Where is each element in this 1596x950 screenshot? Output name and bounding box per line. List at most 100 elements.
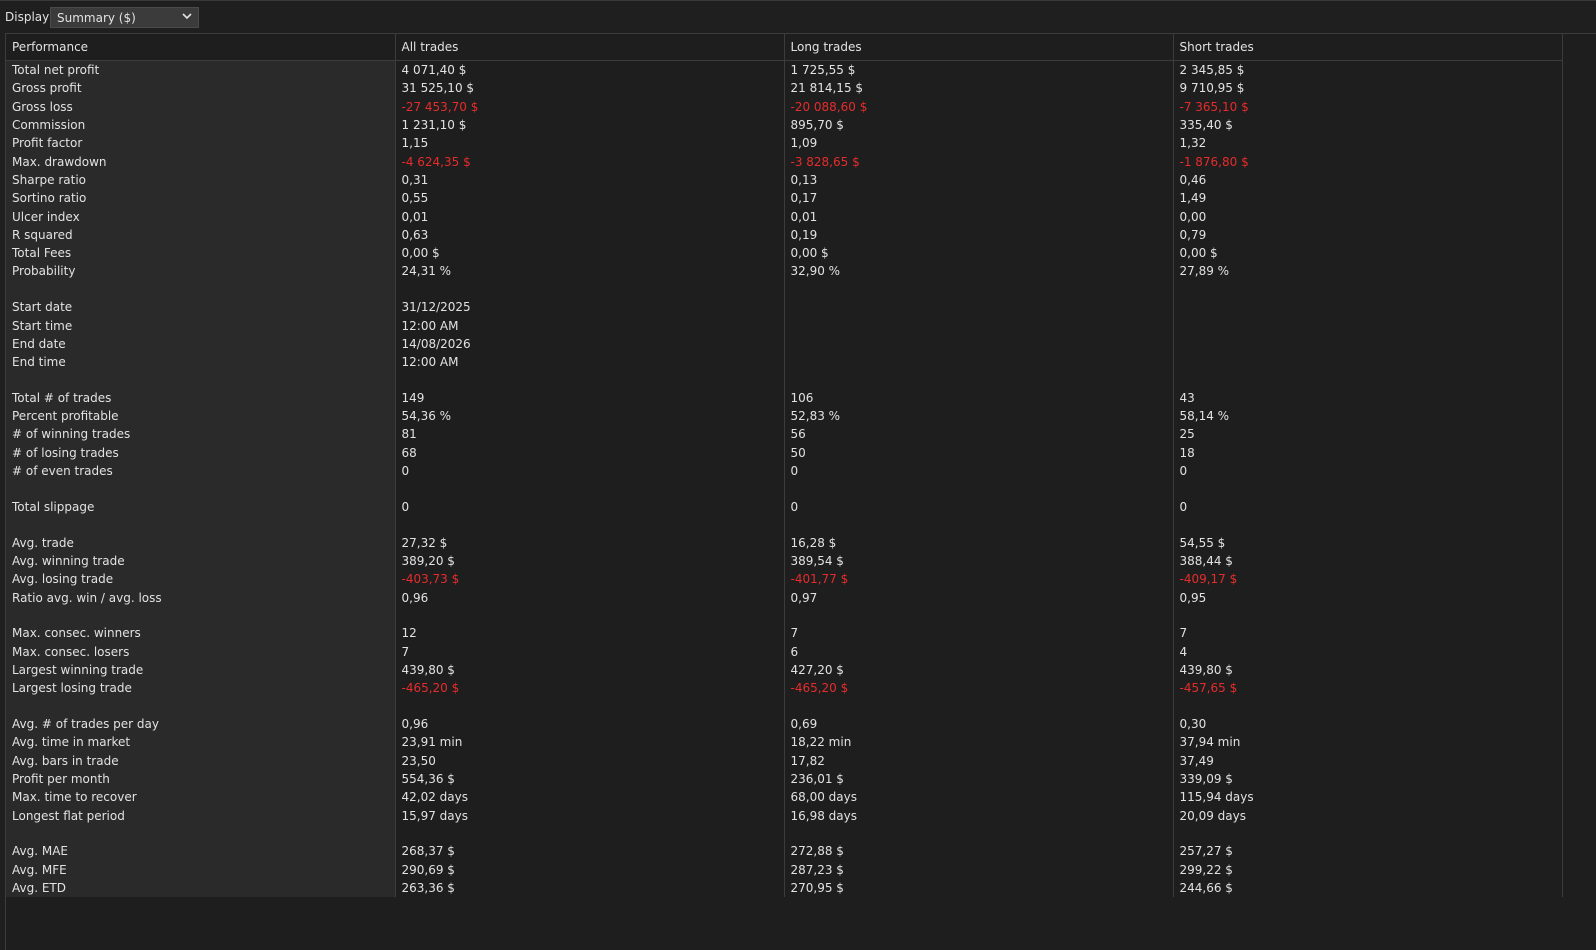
- short-trades-value: 0,00 $: [1173, 243, 1563, 263]
- spacer-cell: [6, 606, 396, 625]
- all-trades-value: 12:00 AM: [395, 352, 785, 372]
- all-trades-value: 0,01: [395, 207, 785, 226]
- long-trades-value: 52,83 %: [784, 407, 1174, 426]
- short-trades-value: 244,66 $: [1173, 878, 1563, 898]
- metric-label: Percent profitable: [6, 407, 396, 426]
- all-trades-value: 23,91 min: [395, 733, 785, 752]
- spacer-cell: [784, 606, 1174, 625]
- table-row: Total slippage 0 0 0: [6, 497, 1563, 517]
- short-trades-value: 0,46: [1173, 170, 1563, 190]
- table-row: Profit per month 554,36 $236,01 $339,09 $: [6, 769, 1563, 789]
- table-row: Percent profitable 54,36 % 52,83 % 58,14 %: [6, 407, 1563, 426]
- all-trades-value: 0,00 $: [395, 243, 785, 263]
- all-trades-value: 15,97 days: [395, 806, 785, 825]
- long-trades-value: 287,23 $: [784, 860, 1174, 879]
- column-header-all-trades[interactable]: All trades: [395, 34, 785, 61]
- long-trades-value: 389,54 $: [784, 551, 1174, 571]
- short-trades-value: [1173, 334, 1563, 353]
- spacer-cell: [395, 280, 785, 299]
- short-trades-value: -7 365,10 $: [1173, 97, 1563, 116]
- metric-label: Total net profit: [6, 60, 396, 80]
- short-trades-value: 25: [1173, 425, 1563, 444]
- spacer-cell: [784, 516, 1174, 534]
- short-trades-value: 1,49: [1173, 189, 1563, 208]
- metric-label: Largest losing trade: [6, 679, 396, 698]
- column-header-performance[interactable]: Performance: [6, 34, 396, 61]
- short-trades-value: 54,55 $: [1173, 533, 1563, 552]
- table-row: Commission 1 231,10 $895,70 $335,40 $: [6, 115, 1563, 135]
- metric-label: Total # of trades: [6, 388, 396, 408]
- chevron-down-icon: [182, 13, 192, 20]
- all-trades-value: 23,50: [395, 751, 785, 770]
- long-trades-value: -3 828,65 $: [784, 152, 1174, 171]
- table-row: Avg. ETD 263,36 $270,95 $244,66 $: [6, 878, 1563, 898]
- metric-label: # of even trades: [6, 461, 396, 481]
- short-trades-value: 18: [1173, 443, 1563, 462]
- long-trades-value: 0,00 $: [784, 243, 1174, 263]
- metric-label: Probability: [6, 262, 396, 281]
- short-trades-value: -409,17 $: [1173, 570, 1563, 589]
- short-trades-value: -457,65 $: [1173, 679, 1563, 698]
- table-row: Gross profit 31 525,10 $21 814,15 $9 710,…: [6, 79, 1563, 98]
- short-trades-value: [1173, 352, 1563, 372]
- long-trades-value: [784, 334, 1174, 353]
- metric-label: Max. consec. winners: [6, 624, 396, 643]
- table-row: Largest losing trade -465,20 $ -465,20 $ -4…: [6, 679, 1563, 698]
- metric-label: Start time: [6, 316, 396, 335]
- metric-label: End date: [6, 334, 396, 353]
- metric-label: Ratio avg. win / avg. loss: [6, 588, 396, 607]
- metric-label: Avg. bars in trade: [6, 751, 396, 770]
- short-trades-value: 339,09 $: [1173, 769, 1563, 789]
- spacer-row: [6, 480, 1563, 498]
- table-header-row: Performance All trades Long trades Short…: [6, 34, 1563, 61]
- display-dropdown[interactable]: Summary ($): [50, 7, 199, 28]
- spacer-cell: [1173, 371, 1563, 389]
- table-row: Avg. # of trades per day 0,96 0,69 0,30: [6, 714, 1563, 734]
- all-trades-value: 54,36 %: [395, 407, 785, 426]
- performance-table: Performance All trades Long trades Short…: [6, 34, 1563, 898]
- long-trades-value: [784, 316, 1174, 335]
- metric-label: Max. drawdown: [6, 152, 396, 171]
- all-trades-value: 4 071,40 $: [395, 60, 785, 80]
- short-trades-value: 37,49: [1173, 751, 1563, 770]
- short-trades-value: 58,14 %: [1173, 407, 1563, 426]
- table-row: Ulcer index 0,01 0,01 0,00: [6, 207, 1563, 226]
- table-row: R squared 0,63 0,19 0,79: [6, 225, 1563, 244]
- long-trades-value: 21 814,15 $: [784, 79, 1174, 98]
- all-trades-value: 31/12/2025: [395, 298, 785, 317]
- spacer-cell: [1173, 824, 1563, 843]
- column-header-long-trades[interactable]: Long trades: [784, 34, 1174, 61]
- all-trades-value: 268,37 $: [395, 842, 785, 861]
- table-row: End date 14/08/2026: [6, 334, 1563, 353]
- all-trades-value: 0,96: [395, 714, 785, 734]
- table-row: Total # of trades 149 106 43: [6, 388, 1563, 408]
- spacer-row: [6, 280, 1563, 299]
- column-header-short-trades[interactable]: Short trades: [1173, 34, 1563, 61]
- spacer-row: [6, 606, 1563, 625]
- table-row: Max. consec. losers 7 6 4: [6, 642, 1563, 661]
- spacer-row: [6, 697, 1563, 715]
- long-trades-value: 7: [784, 624, 1174, 643]
- short-trades-value: 20,09 days: [1173, 806, 1563, 825]
- table-row: Avg. MAE 268,37 $272,88 $257,27 $: [6, 842, 1563, 861]
- spacer-row: [6, 824, 1563, 843]
- all-trades-value: 24,31 %: [395, 262, 785, 281]
- metric-label: Total Fees: [6, 243, 396, 263]
- spacer-cell: [395, 697, 785, 715]
- table-row: Avg. time in market 23,91 min 18,22 min 37,…: [6, 733, 1563, 752]
- metric-label: Total slippage: [6, 497, 396, 517]
- metric-label: R squared: [6, 225, 396, 244]
- metric-label: Max. consec. losers: [6, 642, 396, 661]
- long-trades-value: 236,01 $: [784, 769, 1174, 789]
- long-trades-value: 272,88 $: [784, 842, 1174, 861]
- spacer-cell: [395, 480, 785, 498]
- short-trades-value: 2 345,85 $: [1173, 60, 1563, 80]
- spacer-cell: [1173, 697, 1563, 715]
- long-trades-value: 0,97: [784, 588, 1174, 607]
- metric-label: Gross profit: [6, 79, 396, 98]
- metric-label: # of winning trades: [6, 425, 396, 444]
- short-trades-value: [1173, 298, 1563, 317]
- spacer-row: [6, 516, 1563, 534]
- short-trades-value: 0: [1173, 497, 1563, 517]
- short-trades-value: 0,95: [1173, 588, 1563, 607]
